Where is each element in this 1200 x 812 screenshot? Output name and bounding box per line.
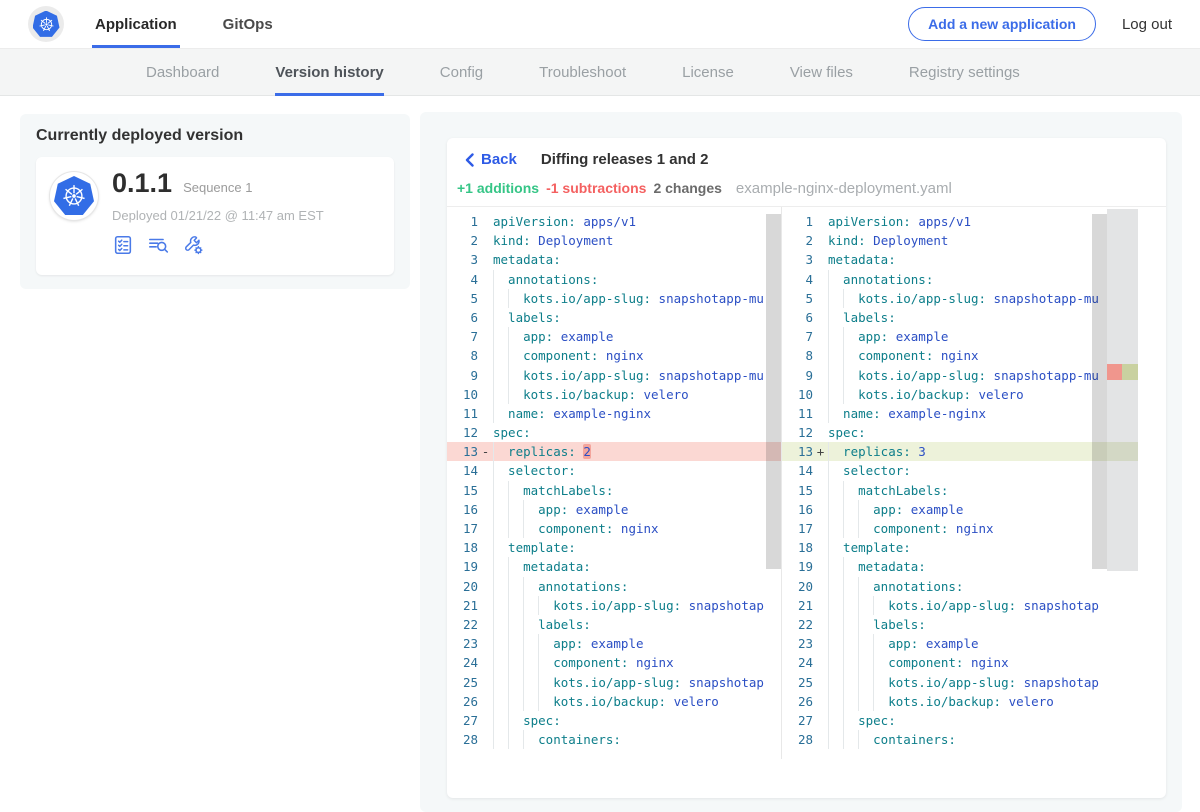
app-sub-nav: Dashboard Version history Config Troublesho… (0, 48, 1200, 96)
logout-link[interactable]: Log out (1122, 16, 1172, 33)
code-line: 18template: (782, 538, 1138, 557)
code-line: 12spec: (447, 423, 781, 442)
top-nav: Application GitOps Add a new application… (0, 0, 1200, 48)
code-line: 15matchLabels: (447, 481, 781, 500)
code-line: 2kind: Deployment (782, 231, 1138, 250)
code-line: 9kots.io/app-slug: snapshotapp-mu (782, 366, 1138, 385)
code-line: 18template: (447, 538, 781, 557)
subnav-tab-registry-settings[interactable]: Registry settings (909, 49, 1020, 95)
deploy-logs-icon[interactable] (147, 234, 170, 256)
code-line: 25kots.io/app-slug: snapshotap (447, 673, 781, 692)
code-line: 28containers: (782, 730, 1138, 749)
diff-filename: example-nginx-deployment.yaml (736, 180, 952, 197)
code-line: 24component: nginx (782, 653, 1138, 672)
code-line: 9kots.io/app-slug: snapshotapp-mu (447, 366, 781, 385)
minimap-addition-marker (1122, 364, 1138, 380)
code-line: 5kots.io/app-slug: snapshotapp-mu (447, 289, 781, 308)
code-line: 10kots.io/backup: velero (782, 385, 1138, 404)
sequence-label: Sequence 1 (183, 180, 252, 195)
code-line: 6labels: (782, 308, 1138, 327)
code-line: 19metadata: (447, 557, 781, 576)
additions-count: +1 additions (457, 180, 539, 196)
scrollbar-thumb[interactable] (766, 214, 781, 569)
code-line: 11name: example-nginx (447, 404, 781, 423)
add-application-button[interactable]: Add a new application (908, 7, 1096, 41)
changes-count: 2 changes (653, 180, 721, 196)
subnav-tab-view-files[interactable]: View files (790, 49, 853, 95)
code-line: 11name: example-nginx (782, 404, 1138, 423)
chevron-left-icon (465, 153, 474, 167)
code-line: 27spec: (782, 711, 1138, 730)
minimap-deletion-marker (1107, 364, 1122, 380)
code-line: 8component: nginx (782, 346, 1138, 365)
tab-application[interactable]: Application (92, 0, 180, 48)
diff-stats: +1 additions -1 subtractions 2 changes e… (447, 168, 1166, 206)
edit-config-icon[interactable] (183, 234, 205, 256)
code-line: 5kots.io/app-slug: snapshotapp-mu (782, 289, 1138, 308)
subnav-tab-config[interactable]: Config (440, 49, 483, 95)
code-line: 16app: example (782, 500, 1138, 519)
code-line: 19metadata: (782, 557, 1138, 576)
code-line: 4annotations: (782, 270, 1138, 289)
tab-gitops[interactable]: GitOps (220, 0, 276, 48)
code-line: 4annotations: (447, 270, 781, 289)
code-line: 26kots.io/backup: velero (782, 692, 1138, 711)
diff-title: Diffing releases 1 and 2 (541, 151, 709, 168)
code-line: 2kind: Deployment (447, 231, 781, 250)
code-line: 7app: example (447, 327, 781, 346)
diff-minimap (1107, 209, 1138, 571)
app-version-logo-icon (50, 172, 98, 220)
code-line: 15matchLabels: (782, 481, 1138, 500)
back-link[interactable]: Back (465, 151, 517, 168)
diff-editor-old[interactable]: 1apiVersion: apps/v12kind: Deployment3me… (447, 207, 782, 759)
kubernetes-logo-icon (28, 6, 64, 42)
code-line: 20annotations: (782, 577, 1138, 596)
deployed-timestamp: Deployed 01/21/22 @ 11:47 am EST (112, 208, 324, 223)
code-line: 13-replicas: 2 (447, 442, 781, 461)
code-line: 23app: example (782, 634, 1138, 653)
code-line: 28containers: (447, 730, 781, 749)
code-line: 7app: example (782, 327, 1138, 346)
code-line: 10kots.io/backup: velero (447, 385, 781, 404)
code-line: 8component: nginx (447, 346, 781, 365)
scrollbar-thumb[interactable] (1092, 214, 1107, 569)
code-line: 27spec: (447, 711, 781, 730)
code-line: 14selector: (782, 461, 1138, 480)
subnav-tab-license[interactable]: License (682, 49, 734, 95)
code-line: 22labels: (782, 615, 1138, 634)
deployed-card-title: Currently deployed version (36, 127, 394, 145)
code-line: 3metadata: (782, 250, 1138, 269)
code-line: 21kots.io/app-slug: snapshotap (782, 596, 1138, 615)
subnav-tab-version-history[interactable]: Version history (275, 49, 383, 95)
diff-panel: Back Diffing releases 1 and 2 +1 additio… (420, 112, 1182, 812)
code-line: 16app: example (447, 500, 781, 519)
code-line: 26kots.io/backup: velero (447, 692, 781, 711)
subtractions-count: -1 subtractions (546, 180, 646, 196)
code-line: 25kots.io/app-slug: snapshotap (782, 673, 1138, 692)
diff-editor-new[interactable]: 1apiVersion: apps/v12kind: Deployment3me… (782, 207, 1138, 759)
subnav-tab-dashboard[interactable]: Dashboard (146, 49, 219, 95)
diff-editors: 1apiVersion: apps/v12kind: Deployment3me… (447, 206, 1166, 759)
code-line: 13+replicas: 3 (782, 442, 1138, 461)
code-line: 1apiVersion: apps/v1 (447, 212, 781, 231)
code-line: 12spec: (782, 423, 1138, 442)
code-line: 24component: nginx (447, 653, 781, 672)
preflight-checks-icon[interactable] (112, 234, 134, 256)
code-line: 17component: nginx (782, 519, 1138, 538)
currently-deployed-card: Currently deployed version 0.1.1 (20, 114, 410, 289)
code-line: 14selector: (447, 461, 781, 480)
code-line: 17component: nginx (447, 519, 781, 538)
primary-tabs: Application GitOps (92, 0, 276, 48)
subnav-tab-troubleshoot[interactable]: Troubleshoot (539, 49, 626, 95)
code-line: 3metadata: (447, 250, 781, 269)
code-line: 21kots.io/app-slug: snapshotap (447, 596, 781, 615)
code-line: 20annotations: (447, 577, 781, 596)
code-line: 1apiVersion: apps/v1 (782, 212, 1138, 231)
code-line: 6labels: (447, 308, 781, 327)
code-line: 23app: example (447, 634, 781, 653)
version-number: 0.1.1 (112, 168, 172, 199)
version-card: 0.1.1 Sequence 1 Deployed 01/21/22 @ 11:… (36, 157, 394, 275)
diff-card: Back Diffing releases 1 and 2 +1 additio… (447, 138, 1166, 798)
code-line: 22labels: (447, 615, 781, 634)
